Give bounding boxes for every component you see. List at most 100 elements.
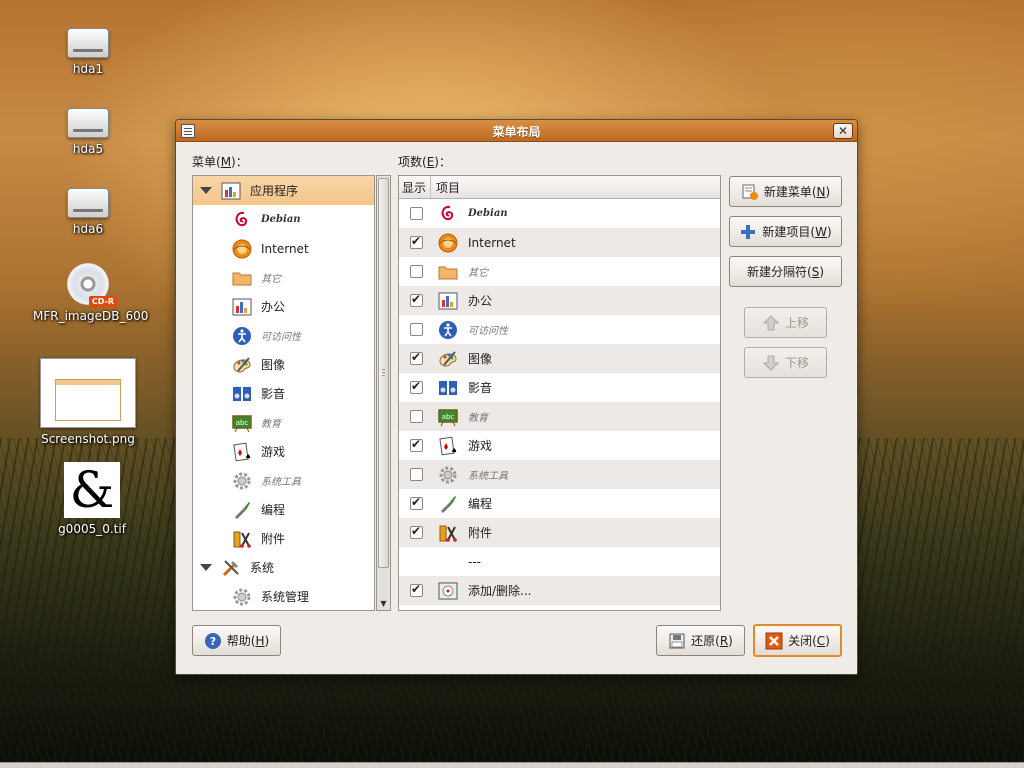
tree-item-label: Debian: [261, 214, 301, 225]
show-checkbox[interactable]: [410, 234, 423, 249]
new-item-button[interactable]: 新建项目(W): [729, 216, 842, 247]
desktop-icon-label: hda6: [72, 222, 104, 236]
desktop-icon-tif[interactable]: & g0005_0.tif: [37, 462, 147, 536]
item-row[interactable]: 编程: [399, 489, 720, 518]
help-icon: ?: [204, 632, 222, 650]
column-header-show[interactable]: 显示: [399, 176, 431, 198]
item-row[interactable]: Internet: [399, 228, 720, 257]
show-checkbox[interactable]: [410, 582, 423, 597]
scroll-down-arrow-icon[interactable]: ▼: [379, 599, 388, 608]
revert-button[interactable]: 还原(R): [656, 625, 745, 656]
move-up-button[interactable]: 上移: [744, 307, 827, 338]
item-label: 图像: [468, 352, 493, 366]
education-icon: abc: [231, 412, 253, 434]
show-checkbox[interactable]: [410, 350, 423, 365]
tree-item[interactable]: abc 教育: [193, 408, 374, 437]
show-checkbox[interactable]: [410, 468, 423, 481]
item-row[interactable]: ♠ 游戏: [399, 431, 720, 460]
tree-item-label: 系统工具: [261, 477, 301, 488]
show-checkbox[interactable]: [410, 323, 423, 336]
show-checkbox[interactable]: [410, 292, 423, 307]
programming-icon: [437, 493, 459, 515]
multimedia-icon: [231, 383, 253, 405]
tree-item[interactable]: 附件: [193, 524, 374, 553]
desktop-icon-hda1[interactable]: hda1: [33, 28, 143, 76]
graphics-icon: [231, 354, 253, 376]
item-row[interactable]: 影音: [399, 373, 720, 402]
item-row[interactable]: abc 教育: [399, 402, 720, 431]
item-label: 其它: [468, 268, 488, 279]
desktop-icon-label: hda1: [72, 62, 104, 76]
tree-item[interactable]: ♠ 游戏: [193, 437, 374, 466]
tree-item[interactable]: Debian: [193, 205, 374, 234]
show-checkbox[interactable]: [410, 207, 423, 220]
desktop-icon-label: Screenshot.png: [41, 432, 135, 446]
tree-item[interactable]: 可访问性: [193, 321, 374, 350]
tree-item[interactable]: 系统管理: [193, 582, 374, 610]
show-checkbox[interactable]: [410, 495, 423, 510]
show-checkbox[interactable]: [410, 265, 423, 278]
games-icon: ♠: [231, 441, 253, 463]
show-checkbox[interactable]: [410, 410, 423, 423]
debian-icon: [437, 203, 459, 225]
column-header-item[interactable]: 项目: [431, 179, 460, 196]
tree-item-label: 系统管理: [261, 590, 310, 604]
menu-tree[interactable]: 应用程序 Debian Internet 其它办公 可访问性 图像 影音 abc 教育 ♠ 游戏系统…: [192, 175, 375, 611]
window-close-button[interactable]: ✕: [833, 123, 853, 139]
item-label: Debian: [468, 208, 508, 219]
items-label: 项数(E)：: [398, 155, 451, 169]
drive-icon: [67, 108, 109, 138]
add-remove-icon: [437, 580, 459, 602]
desktop-icon-screenshot[interactable]: Screenshot.png: [33, 358, 143, 446]
show-checkbox[interactable]: [410, 379, 423, 394]
item-row[interactable]: Debian: [399, 199, 720, 228]
expander-arrow-icon[interactable]: [200, 564, 212, 571]
item-row[interactable]: ---: [399, 547, 720, 576]
folder-icon: [231, 267, 253, 289]
arrow-up-icon: [762, 314, 780, 332]
item-row[interactable]: 办公: [399, 286, 720, 315]
tree-item-label: 游戏: [261, 445, 286, 459]
item-label: 游戏: [468, 439, 493, 453]
show-checkbox[interactable]: [410, 524, 423, 539]
dialog-titlebar[interactable]: 菜单布局 ✕: [176, 120, 857, 142]
item-label: 教育: [468, 413, 488, 424]
item-label: 影音: [468, 381, 493, 395]
item-row[interactable]: 添加/删除...: [399, 576, 720, 605]
desktop-icon-hda5[interactable]: hda5: [33, 108, 143, 156]
tree-item[interactable]: 图像: [193, 350, 374, 379]
show-checkbox[interactable]: [410, 437, 423, 452]
education-icon: abc: [437, 406, 459, 428]
items-list[interactable]: 显示 项目 Debian Internet 其它办公可访问性图像影音 abc 教育 ♠ 游戏…: [398, 175, 721, 611]
close-button[interactable]: 关闭(C): [753, 624, 842, 657]
close-x-icon: [765, 632, 783, 650]
tree-item[interactable]: 系统: [193, 553, 374, 582]
new-menu-button[interactable]: 新建菜单(N): [729, 176, 842, 207]
menu-tree-scrollbar[interactable]: ▼: [376, 175, 391, 611]
tree-item-label: 其它: [261, 274, 281, 285]
tree-item[interactable]: 编程: [193, 495, 374, 524]
scrollbar-thumb[interactable]: [378, 178, 389, 568]
tree-item[interactable]: 影音: [193, 379, 374, 408]
applications-icon: [220, 180, 242, 202]
desktop-icon-hda6[interactable]: hda6: [33, 188, 143, 236]
new-separator-button[interactable]: 新建分隔符(S): [729, 256, 842, 287]
tree-item[interactable]: 其它: [193, 263, 374, 292]
office-icon: [231, 296, 253, 318]
tree-item[interactable]: 应用程序: [193, 176, 374, 205]
item-row[interactable]: 图像: [399, 344, 720, 373]
item-row[interactable]: 可访问性: [399, 315, 720, 344]
item-row[interactable]: 其它: [399, 257, 720, 286]
item-label: 办公: [468, 294, 493, 308]
desktop-icon-cdrom[interactable]: CD-R MFR_imageDB_600: [33, 263, 148, 323]
tree-item-label: 应用程序: [250, 184, 299, 198]
item-label: 系统工具: [468, 471, 508, 482]
move-down-button[interactable]: 下移: [744, 347, 827, 378]
item-row[interactable]: 附件: [399, 518, 720, 547]
expander-arrow-icon[interactable]: [200, 187, 212, 194]
tree-item[interactable]: Internet: [193, 234, 374, 263]
help-button[interactable]: ? 帮助(H): [192, 625, 281, 656]
tree-item[interactable]: 系统工具: [193, 466, 374, 495]
item-row[interactable]: 系统工具: [399, 460, 720, 489]
tree-item[interactable]: 办公: [193, 292, 374, 321]
